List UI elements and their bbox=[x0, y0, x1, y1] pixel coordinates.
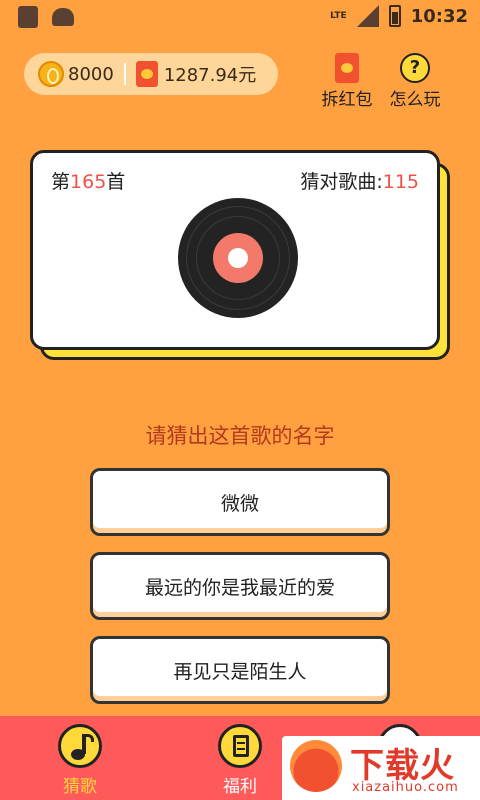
tab-welfare-label: 福利 bbox=[223, 777, 257, 797]
coin-balance: 8000 bbox=[68, 63, 114, 85]
red-envelope-icon bbox=[135, 61, 158, 87]
signal-icon bbox=[356, 5, 379, 27]
how-to-play-label: 怎么玩 bbox=[389, 90, 441, 110]
song-index-number: 165 bbox=[70, 171, 107, 193]
status-bar: LTE 10:32 bbox=[0, 0, 480, 36]
clipboard-icon bbox=[218, 724, 262, 768]
song-index: 第165首 bbox=[51, 167, 125, 194]
open-red-envelope-button[interactable]: 拆红包 bbox=[318, 53, 376, 110]
record-hole bbox=[228, 248, 248, 268]
battery-icon bbox=[388, 5, 401, 27]
wallet-divider bbox=[123, 63, 126, 85]
correct-count: 猜对歌曲:115 bbox=[300, 167, 419, 194]
sd-card-icon bbox=[18, 6, 38, 28]
song-index-prefix: 第 bbox=[51, 171, 71, 193]
song-index-suffix: 首 bbox=[106, 171, 126, 193]
answer-option-1[interactable]: 微微 bbox=[90, 468, 390, 536]
question-mark-icon: ? bbox=[400, 53, 430, 83]
tab-guess-song[interactable]: 猜歌 bbox=[58, 724, 102, 797]
network-type: LTE bbox=[330, 10, 347, 21]
watermark-subtitle: xiazaihuo.com bbox=[352, 780, 459, 795]
wallet-bar: 8000 1287.94元 bbox=[24, 53, 278, 95]
question-text: 请猜出这首歌的名字 bbox=[145, 424, 335, 448]
how-to-play-button[interactable]: ? 怎么玩 bbox=[388, 53, 442, 110]
correct-count-label: 猜对歌曲: bbox=[300, 171, 383, 193]
android-icon bbox=[52, 8, 74, 26]
answer-option-2[interactable]: 最远的你是我最近的爱 bbox=[90, 552, 390, 620]
flame-logo-icon bbox=[290, 740, 342, 792]
open-red-envelope-label: 拆红包 bbox=[321, 90, 373, 110]
red-envelope-icon bbox=[335, 53, 359, 83]
clock: 10:32 bbox=[410, 5, 468, 27]
record-card: 第165首 猜对歌曲:115 bbox=[30, 150, 440, 350]
watermark: 下载火 xiazaihuo.com bbox=[282, 736, 480, 800]
correct-count-value: 115 bbox=[382, 171, 419, 193]
tab-guess-song-label: 猜歌 bbox=[63, 777, 97, 797]
tab-welfare[interactable]: 福利 bbox=[218, 724, 262, 797]
answer-option-3[interactable]: 再见只是陌生人 bbox=[90, 636, 390, 704]
coin-icon bbox=[38, 61, 64, 87]
music-note-icon bbox=[58, 724, 102, 768]
vinyl-record-icon[interactable] bbox=[178, 198, 298, 318]
cash-balance: 1287.94元 bbox=[163, 65, 257, 86]
